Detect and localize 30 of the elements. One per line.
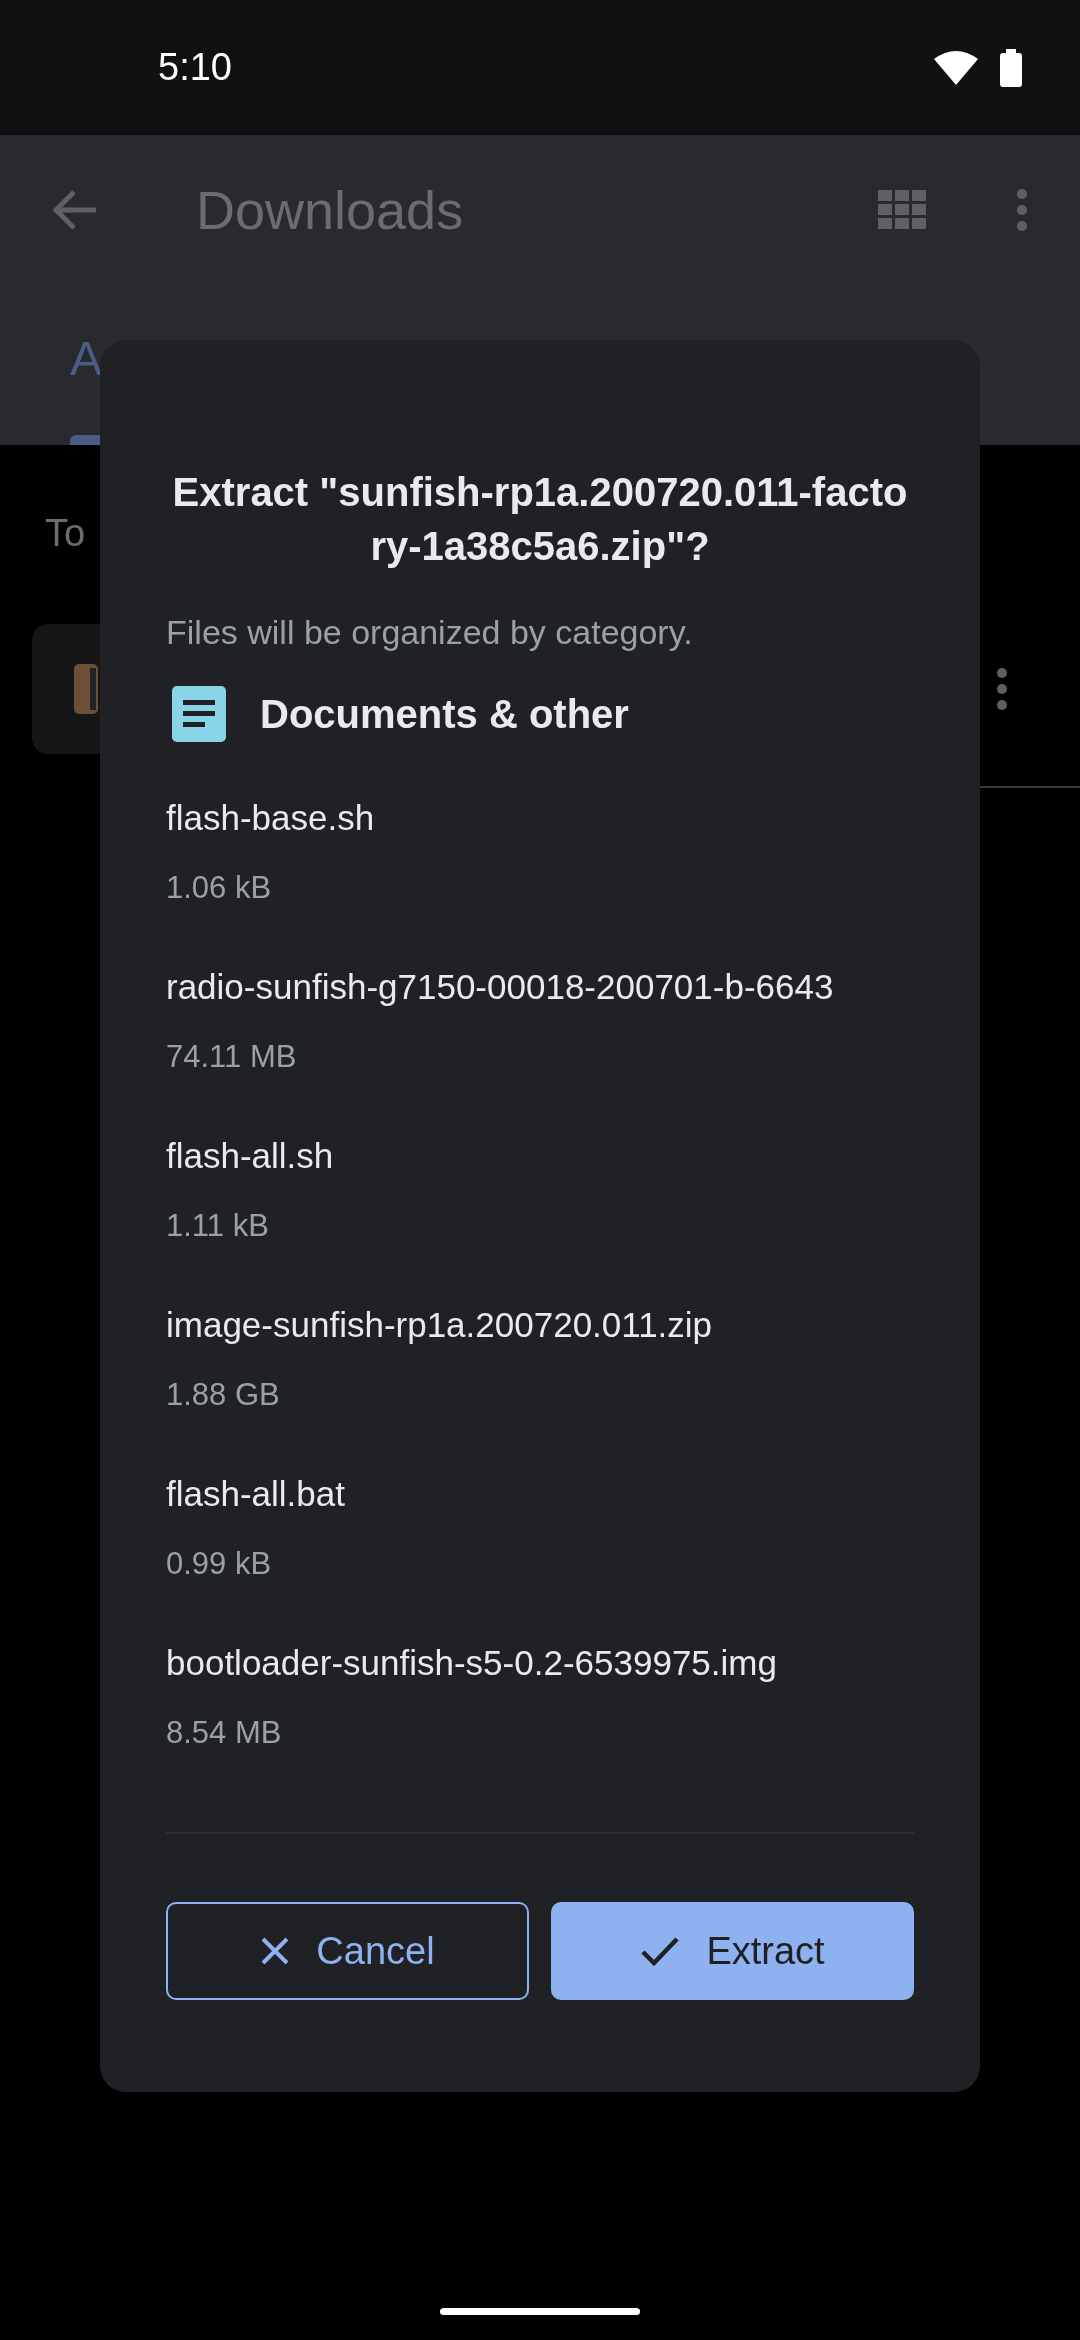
file-size: 74.11 MB	[166, 1037, 298, 1076]
more-options-icon[interactable]	[1016, 188, 1028, 232]
file-name: radio-sunfish-g7150-00018-200701-b-6643	[166, 966, 835, 1008]
file-name: flash-base.sh	[166, 797, 376, 839]
wifi-icon	[934, 50, 978, 85]
file-size: 1.11 kB	[166, 1206, 270, 1245]
extract-button[interactable]: Extract	[551, 1902, 914, 2000]
archive-icon	[74, 664, 98, 714]
back-arrow-icon[interactable]	[52, 189, 98, 231]
file-name: bootloader-sunfish-s5-0.2-6539975.img	[166, 1642, 778, 1684]
category-heading: Documents & other	[260, 691, 629, 738]
dialog-subtitle: Files will be organized by category.	[166, 612, 694, 653]
file-size: 0.99 kB	[166, 1544, 273, 1583]
document-icon	[172, 686, 226, 742]
cancel-button[interactable]: Cancel	[166, 1902, 529, 2000]
file-name: image-sunfish-rp1a.200720.011.zip	[166, 1304, 714, 1346]
status-time: 5:10	[158, 45, 232, 90]
file-size: 1.06 kB	[166, 868, 273, 907]
close-icon	[260, 1936, 291, 1966]
file-name: flash-all.sh	[166, 1135, 335, 1177]
section-heading: To	[45, 512, 86, 554]
file-size: 1.88 GB	[166, 1375, 281, 1414]
grid-view-icon[interactable]	[878, 190, 926, 230]
more-options-icon[interactable]	[996, 667, 1008, 711]
check-icon	[640, 1935, 681, 1967]
app-bar-title: Downloads	[196, 178, 464, 242]
dialog-title: Extract "sunfish-rp1a.200720.011-factory-1a38c5a6.zip"?	[171, 469, 909, 570]
battery-icon	[1000, 48, 1022, 87]
file-size: 8.54 MB	[166, 1713, 283, 1752]
file-name: flash-all.bat	[166, 1473, 346, 1515]
